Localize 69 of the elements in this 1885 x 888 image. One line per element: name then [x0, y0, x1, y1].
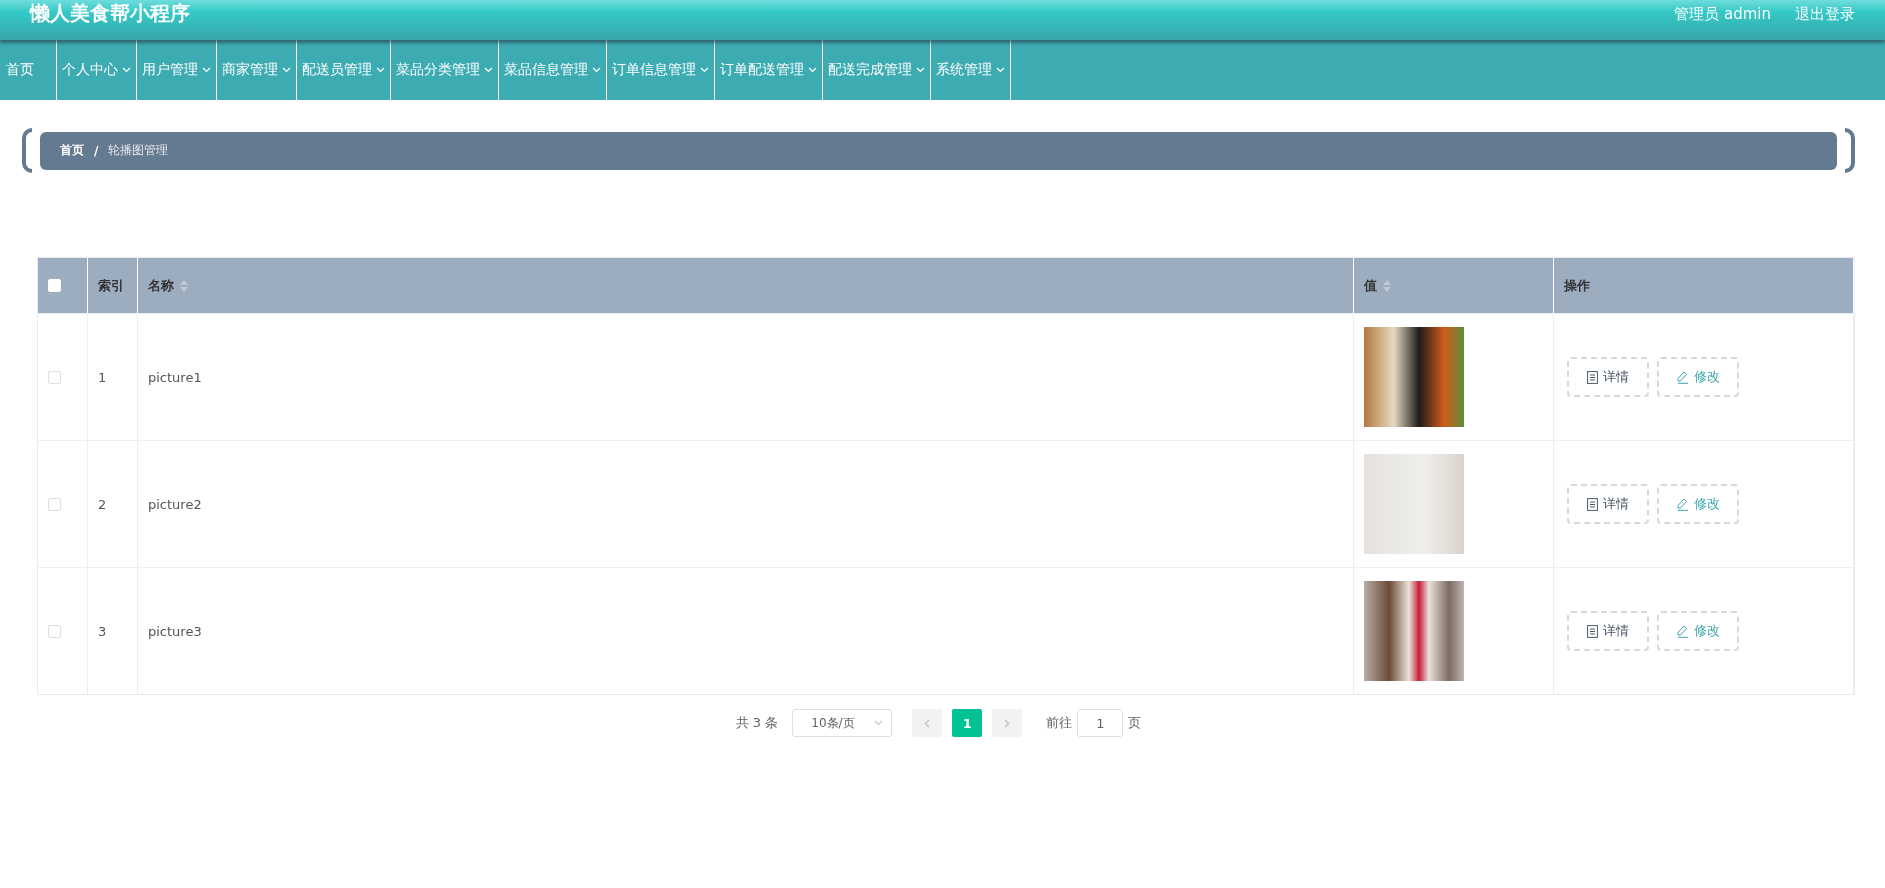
row-checkbox[interactable]	[48, 624, 61, 638]
nav-item[interactable]: 商家管理	[217, 40, 297, 100]
table-cell: picture2	[138, 440, 1354, 567]
page-size-select[interactable]: 10条/页	[792, 709, 893, 737]
edit-button[interactable]: 修改	[1657, 611, 1739, 651]
chevron-left-icon	[924, 718, 931, 728]
document-icon	[1587, 624, 1598, 638]
bracket-decoration	[22, 128, 32, 173]
sort-icon[interactable]	[1383, 279, 1391, 292]
nav-label: 菜品分类管理	[396, 61, 480, 79]
nav-item[interactable]: 首页	[0, 40, 57, 100]
nav-item[interactable]: 订单配送管理	[715, 40, 823, 100]
chevron-down-icon	[874, 720, 884, 726]
detail-button[interactable]: 详情	[1567, 484, 1649, 524]
pencil-icon	[1676, 497, 1689, 511]
pencil-icon	[1676, 624, 1689, 638]
table-cell: 3	[88, 567, 138, 694]
nav-label: 个人中心	[62, 61, 118, 79]
document-icon	[1587, 370, 1598, 384]
next-page-button[interactable]	[992, 709, 1023, 737]
chevron-right-icon	[1004, 718, 1011, 728]
table-cell: 2	[88, 440, 138, 567]
column-title: 操作	[1564, 276, 1590, 295]
nav-item[interactable]: 配送完成管理	[823, 40, 931, 100]
goto-label: 前往	[1046, 714, 1073, 732]
nav-item[interactable]: 菜品分类管理	[391, 40, 499, 100]
edit-button[interactable]: 修改	[1657, 357, 1739, 397]
detail-button[interactable]: 详情	[1567, 611, 1649, 651]
nav-label: 配送员管理	[302, 61, 372, 79]
page-suffix: 页	[1128, 714, 1142, 732]
row-checkbox[interactable]	[48, 497, 61, 511]
app-title: 懒人美食帮小程序	[30, 0, 190, 27]
nav-item[interactable]: 用户管理	[137, 40, 217, 100]
column-title: 值	[1364, 276, 1377, 295]
nav-item[interactable]: 订单信息管理	[607, 40, 715, 100]
breadcrumb-separator: /	[94, 143, 99, 158]
nav-label: 订单配送管理	[720, 61, 804, 79]
logout-link[interactable]: 退出登录	[1795, 4, 1855, 24]
document-icon	[1587, 497, 1598, 511]
user-label: 管理员 admin	[1674, 4, 1771, 24]
pencil-icon	[1676, 370, 1689, 384]
goto-page-field[interactable]: 1	[1077, 709, 1124, 737]
total-count: 共 3 条	[735, 714, 779, 732]
breadcrumb-current: 轮播图管理	[108, 142, 169, 159]
page-button[interactable]: 1	[952, 709, 983, 737]
select-all-checkbox[interactable]	[48, 279, 61, 292]
nav-label: 系统管理	[936, 61, 992, 79]
detail-button[interactable]: 详情	[1567, 357, 1649, 397]
nav-item[interactable]: 菜品信息管理	[499, 40, 607, 100]
table-cell: 1	[88, 313, 138, 440]
column-title: 名称	[148, 276, 174, 295]
breadcrumb-home[interactable]: 首页	[60, 142, 84, 159]
table-cell: picture1	[138, 313, 1354, 440]
nav-item[interactable]: 配送员管理	[297, 40, 391, 100]
nav-label: 用户管理	[142, 61, 198, 79]
nav-label: 订单信息管理	[612, 61, 696, 79]
nav-label: 配送完成管理	[828, 61, 912, 79]
bracket-decoration	[1845, 128, 1855, 173]
nav-label: 商家管理	[222, 61, 278, 79]
row-checkbox[interactable]	[48, 370, 61, 384]
table-cell: picture3	[138, 567, 1354, 694]
nav-item[interactable]: 系统管理	[931, 40, 1011, 100]
sort-icon[interactable]	[180, 279, 188, 292]
column-title: 索引	[98, 276, 124, 295]
nav-item[interactable]: 个人中心	[57, 40, 137, 100]
nav-label: 菜品信息管理	[504, 61, 588, 79]
prev-page-button[interactable]	[912, 709, 943, 737]
edit-button[interactable]: 修改	[1657, 484, 1739, 524]
nav-label: 首页	[6, 61, 34, 79]
